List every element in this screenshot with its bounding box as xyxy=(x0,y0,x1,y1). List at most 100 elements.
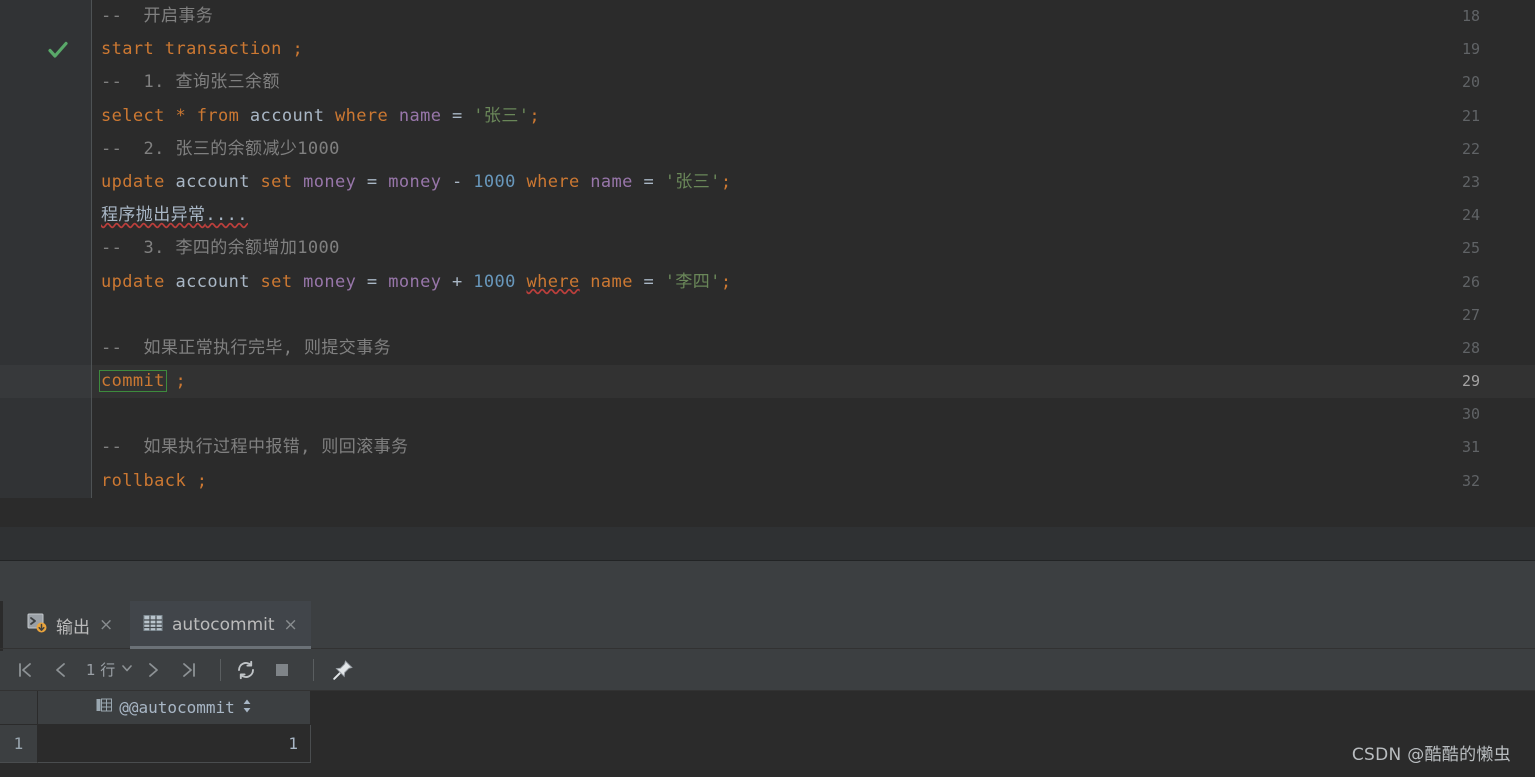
code-token: select xyxy=(101,105,176,126)
code-token: start transaction xyxy=(101,39,293,60)
result-grid[interactable]: @@autocommit 1 1 xyxy=(0,691,1535,777)
grid-cell-autocommit[interactable]: 1 xyxy=(38,725,311,763)
code-line-text: select * from account where name = '张三'; xyxy=(101,100,540,133)
editor-line[interactable]: 29 commit ; xyxy=(0,365,1535,399)
code-token: -- 如果执行过程中报错, 则回滚事务 xyxy=(101,437,409,458)
editor-line[interactable]: 20 -- 1. 查询张三余额 xyxy=(0,66,1535,100)
refresh-icon[interactable] xyxy=(231,655,261,685)
editor-line[interactable]: 25 -- 3. 李四的余额增加1000 xyxy=(0,232,1535,266)
code-line-text: update account set money = money + 1000 … xyxy=(101,266,731,299)
row-count-selector[interactable]: 1 行 xyxy=(86,659,134,680)
code-token: = xyxy=(452,105,474,126)
editor-gutter[interactable] xyxy=(0,66,92,100)
code-token: where xyxy=(526,171,591,192)
code-token: account xyxy=(175,171,261,192)
editor-gutter[interactable] xyxy=(0,165,92,200)
editor-line[interactable]: 26 update account set money = money + 100… xyxy=(0,265,1535,299)
code-token: -- 2. 张三的余额减少1000 xyxy=(101,138,340,159)
line-number: 24 xyxy=(1461,206,1480,225)
tab-output[interactable]: 输出 × xyxy=(14,601,126,649)
column-type-icon xyxy=(96,698,113,717)
editor-gutter[interactable] xyxy=(0,199,92,233)
tab-autocommit[interactable]: autocommit × xyxy=(130,601,311,649)
grid-data-row[interactable]: 1 1 xyxy=(0,725,311,763)
pin-icon[interactable] xyxy=(328,655,358,685)
code-token: '张三' xyxy=(664,171,721,192)
editor-line[interactable]: 28 -- 如果正常执行完毕, 则提交事务 xyxy=(0,331,1535,366)
editor-gutter[interactable] xyxy=(0,298,92,332)
code-token: 1000 xyxy=(473,171,527,192)
console-output-icon xyxy=(27,613,47,637)
editor-gutter[interactable] xyxy=(0,99,92,133)
editor-line[interactable]: 23 update account set money = money - 100… xyxy=(0,165,1535,200)
sql-editor[interactable]: 18 -- 开启事务 19 start transaction ; 20 -- 1. 查询… xyxy=(0,0,1535,526)
code-token: .... xyxy=(205,205,248,226)
grid-column-label: @@autocommit xyxy=(119,698,235,717)
editor-gutter[interactable] xyxy=(0,365,92,399)
code-token: update xyxy=(101,171,176,192)
code-line-text: -- 开启事务 xyxy=(101,0,213,33)
code-token: '张三' xyxy=(473,105,530,126)
editor-line[interactable]: 32 rollback ; xyxy=(0,464,1535,498)
code-token: rollback xyxy=(101,470,197,491)
code-token: 程序抛出异常 xyxy=(101,205,206,226)
grid-header-row: @@autocommit xyxy=(0,691,311,725)
editor-gutter[interactable] xyxy=(0,232,92,266)
code-token: 1000 xyxy=(473,271,527,292)
line-number: 29 xyxy=(1461,372,1480,391)
code-token: ; xyxy=(529,105,541,126)
last-page-icon[interactable] xyxy=(174,655,204,685)
code-token: -- 3. 李四的余额增加1000 xyxy=(101,238,340,259)
line-number: 28 xyxy=(1461,338,1480,357)
sort-updown-icon[interactable] xyxy=(242,698,252,718)
next-page-icon[interactable] xyxy=(138,655,168,685)
editor-line[interactable]: 30 xyxy=(0,398,1535,432)
editor-line[interactable]: 18 -- 开启事务 xyxy=(0,0,1535,34)
row-count-label: 1 行 xyxy=(86,661,116,679)
code-token: name xyxy=(579,271,644,292)
tab-autocommit-close-icon[interactable]: × xyxy=(284,616,298,634)
code-token: where xyxy=(335,105,399,126)
code-token: = xyxy=(366,271,389,292)
check-icon[interactable] xyxy=(46,33,68,66)
code-line-text: -- 2. 张三的余额减少1000 xyxy=(101,133,340,166)
csdn-watermark: CSDN @酷酷的懒虫 xyxy=(1351,745,1511,765)
editor-gutter[interactable] xyxy=(0,464,92,498)
code-line-text: -- 如果执行过程中报错, 则回滚事务 xyxy=(101,431,408,464)
editor-line[interactable]: 21 select * from account where name = '张三… xyxy=(0,99,1535,133)
grid-column-autocommit[interactable]: @@autocommit xyxy=(38,691,311,725)
tab-output-close-icon[interactable]: × xyxy=(99,616,113,634)
editor-gutter[interactable] xyxy=(0,331,92,366)
editor-line[interactable]: 27 xyxy=(0,298,1535,332)
editor-gutter[interactable] xyxy=(0,431,92,465)
editor-gutter[interactable] xyxy=(0,132,92,166)
line-number: 30 xyxy=(1461,405,1480,424)
panel-splitter[interactable] xyxy=(0,561,1535,601)
code-token: - xyxy=(452,171,474,192)
editor-gutter[interactable] xyxy=(0,0,92,34)
code-token: money xyxy=(303,271,367,292)
code-token: update xyxy=(101,271,176,292)
editor-line[interactable]: 31 -- 如果执行过程中报错, 则回滚事务 xyxy=(0,431,1535,465)
editor-line[interactable]: 24 程序抛出异常.... xyxy=(0,199,1535,233)
first-page-icon[interactable] xyxy=(10,655,40,685)
code-token: from xyxy=(196,105,250,126)
line-number: 25 xyxy=(1461,239,1480,258)
code-token: -- 1. 查询张三余额 xyxy=(101,72,280,93)
tab-autocommit-label: autocommit xyxy=(172,615,275,635)
prev-page-icon[interactable] xyxy=(46,655,76,685)
code-token: * xyxy=(175,105,197,126)
editor-line[interactable]: 22 -- 2. 张三的余额减少1000 xyxy=(0,132,1535,166)
code-token: + xyxy=(452,271,474,292)
editor-line[interactable]: 19 start transaction ; xyxy=(0,33,1535,67)
code-line-text: start transaction ; xyxy=(101,33,303,66)
line-number: 31 xyxy=(1461,438,1480,457)
line-number: 22 xyxy=(1461,139,1480,158)
code-token: '李四' xyxy=(664,271,721,292)
tab-output-label: 输出 xyxy=(56,617,90,638)
editor-gutter[interactable] xyxy=(0,398,92,432)
editor-gutter[interactable] xyxy=(0,265,92,299)
line-number: 21 xyxy=(1461,106,1480,125)
code-token: set xyxy=(260,271,304,292)
stop-icon[interactable] xyxy=(267,655,297,685)
